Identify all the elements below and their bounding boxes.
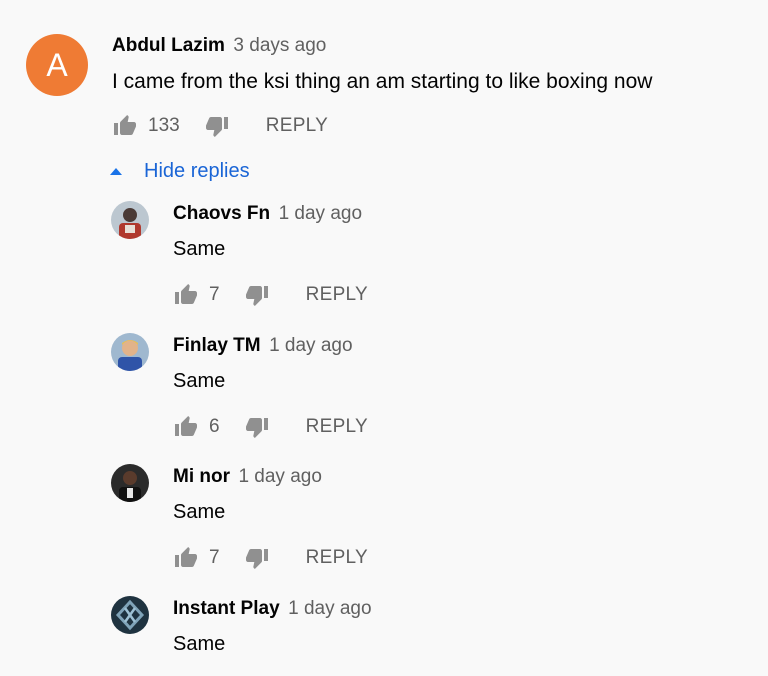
reply-timestamp[interactable]: 1 day ago	[238, 466, 321, 487]
reply-timestamp[interactable]: 1 day ago	[269, 335, 352, 356]
thumbs-down-icon[interactable]	[244, 283, 270, 307]
reply-header: Instant Play 1 day ago	[173, 598, 372, 620]
avatar[interactable]	[111, 596, 149, 634]
reply-actions: 6 REPLY	[173, 415, 368, 439]
avatar[interactable]: A	[26, 34, 88, 96]
reply-header: Finlay TM 1 day ago	[173, 335, 353, 357]
thumbs-down-icon[interactable]	[204, 114, 230, 138]
reply-timestamp[interactable]: 1 day ago	[288, 598, 371, 619]
reply-item: Mi nor 1 day ago Same 7 REPLY	[0, 464, 768, 594]
reply-text: Same	[173, 370, 226, 392]
caret-up-icon	[110, 168, 122, 175]
reply-author[interactable]: Finlay TM	[173, 335, 261, 356]
thumbs-up-icon[interactable]	[112, 114, 138, 138]
reply-button[interactable]: REPLY	[306, 547, 368, 569]
comment-actions: 133 REPLY	[112, 114, 328, 138]
comments-thread: A Abdul Lazim 3 days ago I came from the…	[0, 0, 768, 676]
reply-author[interactable]: Mi nor	[173, 466, 230, 487]
reply-author[interactable]: Instant Play	[173, 598, 280, 619]
reply-button[interactable]: REPLY	[306, 284, 368, 306]
like-count: 6	[209, 416, 220, 437]
avatar[interactable]	[111, 464, 149, 502]
reply-actions: 7 REPLY	[173, 283, 368, 307]
reply-text: Same	[173, 238, 226, 260]
reply-button[interactable]: REPLY	[306, 416, 368, 438]
reply-actions: 7 REPLY	[173, 546, 368, 570]
comment-text: I came from the ksi thing an am starting…	[112, 70, 653, 93]
reply-timestamp[interactable]: 1 day ago	[279, 203, 362, 224]
thumbs-up-icon[interactable]	[173, 546, 199, 570]
hide-replies-button[interactable]: Hide replies	[110, 160, 250, 183]
avatar[interactable]	[111, 201, 149, 239]
thumbs-up-icon[interactable]	[173, 283, 199, 307]
reply-header: Mi nor 1 day ago	[173, 466, 322, 488]
reply-item: Instant Play 1 day ago Same	[0, 596, 768, 676]
reply-header: Chaovs Fn 1 day ago	[173, 203, 362, 225]
like-count: 133	[148, 115, 180, 136]
reply-item: Chaovs Fn 1 day ago Same 7 REPLY	[0, 201, 768, 331]
hide-replies-label: Hide replies	[144, 160, 250, 182]
like-count: 7	[209, 284, 220, 305]
reply-text: Same	[173, 501, 226, 523]
reply-item: Finlay TM 1 day ago Same 6 REPLY	[0, 333, 768, 463]
reply-text: Same	[173, 633, 226, 655]
comment-header: Abdul Lazim 3 days ago	[112, 35, 326, 57]
like-count: 7	[209, 547, 220, 568]
comment-timestamp[interactable]: 3 days ago	[233, 35, 326, 56]
avatar[interactable]	[111, 333, 149, 371]
reply-button[interactable]: REPLY	[266, 115, 328, 137]
thumbs-down-icon[interactable]	[244, 546, 270, 570]
comment-author[interactable]: Abdul Lazim	[112, 35, 225, 56]
thumbs-down-icon[interactable]	[244, 415, 270, 439]
reply-author[interactable]: Chaovs Fn	[173, 203, 270, 224]
thumbs-up-icon[interactable]	[173, 415, 199, 439]
